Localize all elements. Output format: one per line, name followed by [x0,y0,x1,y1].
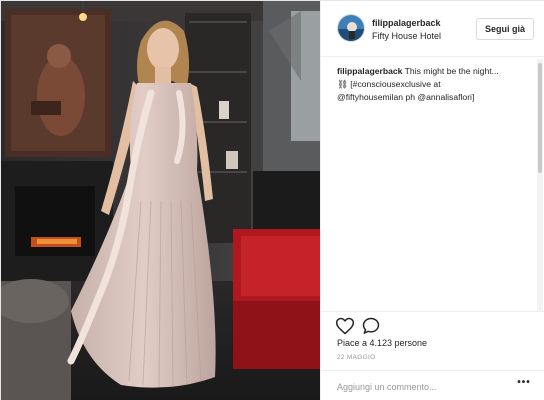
comment-bubble-icon[interactable] [361,316,381,336]
username-link[interactable]: filippalagerback [372,18,441,28]
caption-text-line3[interactable]: @fiftyhousemilan ph @annalisaflori] [337,92,474,102]
add-comment-area: ••• [321,370,544,400]
caption-text-line2[interactable]: ⛓ [#consciousexclusive at [337,79,441,89]
more-options-icon[interactable]: ••• [514,378,534,394]
comments-scrollbar[interactable] [537,59,543,311]
avatar[interactable] [337,14,365,42]
post-side-panel: filippalagerback Fifty House Hotel Segui… [320,1,544,400]
likes-count[interactable]: Piace a 4.123 persone [337,338,427,348]
caption-username[interactable]: filippalagerback [337,66,402,76]
caption-text-line1: This might be the night... [404,66,499,76]
post-photo-image [1,1,320,400]
following-button[interactable]: Segui già [476,18,534,40]
avatar-image [338,15,364,41]
post-date[interactable]: 22 MAGGIO [337,354,375,361]
post-actions: Piace a 4.123 persone 22 MAGGIO ••• [321,311,544,400]
scrollbar-thumb[interactable] [538,63,542,173]
heart-icon[interactable] [335,316,355,336]
caption: filippalagerback This might be the night… [337,65,533,104]
add-comment-input[interactable] [337,378,507,396]
instagram-post: filippalagerback Fifty House Hotel Segui… [0,0,544,400]
post-header: filippalagerback Fifty House Hotel Segui… [321,1,544,57]
location-link[interactable]: Fifty House Hotel [372,31,441,41]
post-photo[interactable] [1,1,320,400]
